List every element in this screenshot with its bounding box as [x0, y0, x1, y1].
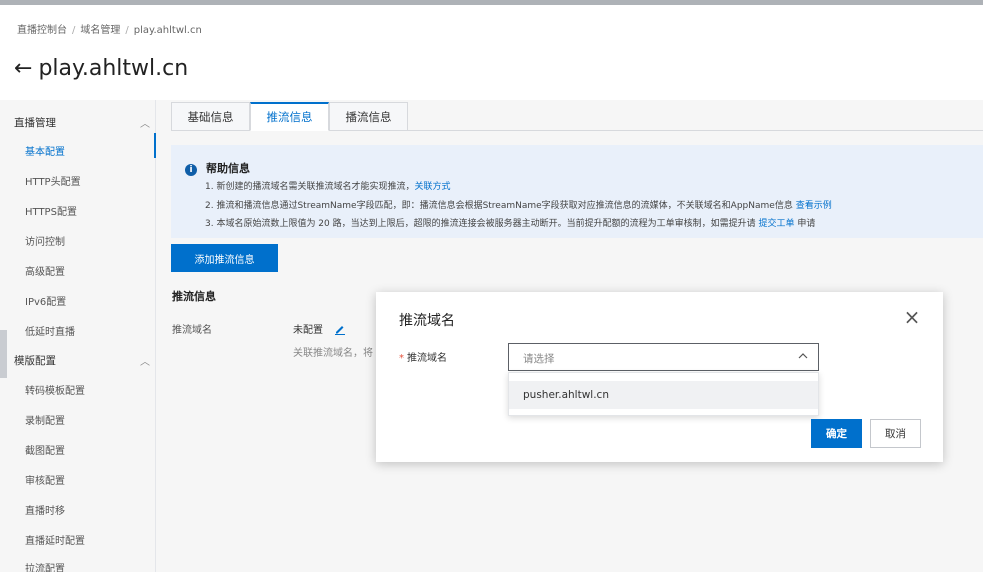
sidebar-item-snapshot[interactable]: 截图配置	[25, 442, 65, 457]
tab-play-info[interactable]: 播流信息	[329, 102, 408, 131]
help-title: 帮助信息	[206, 162, 250, 175]
sidebar-item-http-header[interactable]: HTTP头配置	[25, 173, 81, 188]
select-dropdown: pusher.ahltwl.cn	[508, 372, 819, 416]
push-domain-hint: 关联推流域名，将	[293, 348, 373, 359]
chevron-up-icon[interactable]: ︿	[140, 353, 150, 368]
help-text: 2. 推流和播流信息通过StreamName字段匹配，即：播流信息会根据Stre…	[205, 201, 793, 211]
sidebar-active-indicator	[154, 133, 156, 158]
edit-icon[interactable]	[334, 323, 346, 335]
sidebar-item-pull[interactable]: 拉流配置	[25, 560, 65, 572]
back-arrow-icon[interactable]: ←	[14, 56, 32, 81]
section-title: 推流信息	[172, 290, 216, 303]
required-asterisk: *	[399, 353, 404, 364]
sidebar-item-low-latency[interactable]: 低延时直播	[25, 323, 75, 338]
help-text: 3. 本域名原始流数上限值为 20 路，当达到上限后，超限的推流连接会被服务器主…	[205, 219, 756, 229]
associate-method-link[interactable]: 关联方式	[414, 182, 450, 192]
sidebar-item-advanced[interactable]: 高级配置	[25, 263, 65, 278]
push-domain-dialog: 推流域名 × * 推流域名 请选择 pusher.ahltwl.cn 确定 取消	[376, 292, 943, 462]
sidebar-item-access-control[interactable]: 访问控制	[25, 233, 65, 248]
tab-bar: 基础信息 推流信息 播流信息	[171, 102, 983, 131]
add-push-info-button[interactable]: 添加推流信息	[171, 244, 278, 272]
cancel-button[interactable]: 取消	[870, 419, 921, 448]
help-line-2: 2. 推流和播流信息通过StreamName字段匹配，即：播流信息会根据Stre…	[205, 198, 832, 211]
breadcrumb: 直播控制台 / 域名管理 / play.ahltwl.cn	[17, 21, 202, 36]
sidebar-group-label: 模版配置	[14, 355, 56, 367]
breadcrumb-domains[interactable]: 域名管理	[80, 25, 120, 36]
required-field-label: * 推流域名	[399, 349, 447, 364]
sidebar-item-basic[interactable]: 基本配置	[25, 143, 65, 158]
sidebar-item-delay[interactable]: 直播延时配置	[25, 532, 85, 547]
sidebar-item-record[interactable]: 录制配置	[25, 412, 65, 427]
push-domain-value: 未配置	[293, 325, 323, 336]
submit-ticket-link[interactable]: 提交工单	[759, 219, 795, 229]
dropdown-option[interactable]: pusher.ahltwl.cn	[509, 381, 818, 409]
chevron-up-icon[interactable]: ︿	[140, 115, 150, 130]
sidebar-group-live[interactable]: 直播管理 ︿	[14, 115, 150, 130]
sidebar-group-template[interactable]: 模版配置 ︿	[14, 353, 150, 368]
help-text: 申请	[797, 219, 816, 229]
tab-basic-info[interactable]: 基础信息	[171, 102, 250, 131]
help-line-3: 3. 本域名原始流数上限值为 20 路，当达到上限后，超限的推流连接会被服务器主…	[205, 216, 815, 229]
field-label-text: 推流域名	[407, 353, 447, 364]
sidebar-group-label: 直播管理	[14, 117, 56, 129]
sidebar-item-timeshift[interactable]: 直播时移	[25, 502, 65, 517]
info-icon: i	[185, 164, 197, 176]
dialog-title: 推流域名	[399, 313, 455, 329]
page-header: ← play.ahltwl.cn	[14, 56, 188, 81]
sidebar-item-review[interactable]: 审核配置	[25, 472, 65, 487]
breadcrumb-console[interactable]: 直播控制台	[17, 25, 67, 36]
help-line-1: 1. 新创建的播流域名需关联推流域名才能实现推流，关联方式	[205, 179, 450, 192]
tab-push-info[interactable]: 推流信息	[250, 102, 329, 131]
sidebar-item-transcode[interactable]: 转码模板配置	[25, 382, 85, 397]
push-domain-label: 推流域名	[172, 325, 212, 336]
push-domain-select[interactable]: 请选择	[508, 343, 819, 371]
breadcrumb-separator: /	[72, 25, 76, 36]
select-placeholder: 请选择	[523, 353, 555, 365]
chevron-up-icon	[798, 353, 808, 359]
page-title: play.ahltwl.cn	[38, 56, 189, 81]
sidebar-item-https[interactable]: HTTPS配置	[25, 203, 77, 218]
breadcrumb-separator: /	[125, 25, 129, 36]
help-text: 1. 新创建的播流域名需关联推流域名才能实现推流，	[205, 182, 415, 192]
breadcrumb-current: play.ahltwl.cn	[133, 25, 202, 36]
help-panel: i 帮助信息 1. 新创建的播流域名需关联推流域名才能实现推流，关联方式 2. …	[171, 145, 983, 238]
top-bar	[0, 0, 983, 5]
sidebar: 直播管理 ︿ 基本配置 HTTP头配置 HTTPS配置 访问控制 高级配置 IP…	[0, 100, 156, 572]
close-icon[interactable]: ×	[903, 307, 921, 327]
view-example-link[interactable]: 查看示例	[796, 201, 832, 211]
collapse-handle[interactable]	[0, 330, 7, 378]
confirm-button[interactable]: 确定	[811, 419, 862, 448]
sidebar-item-ipv6[interactable]: IPv6配置	[25, 293, 66, 308]
